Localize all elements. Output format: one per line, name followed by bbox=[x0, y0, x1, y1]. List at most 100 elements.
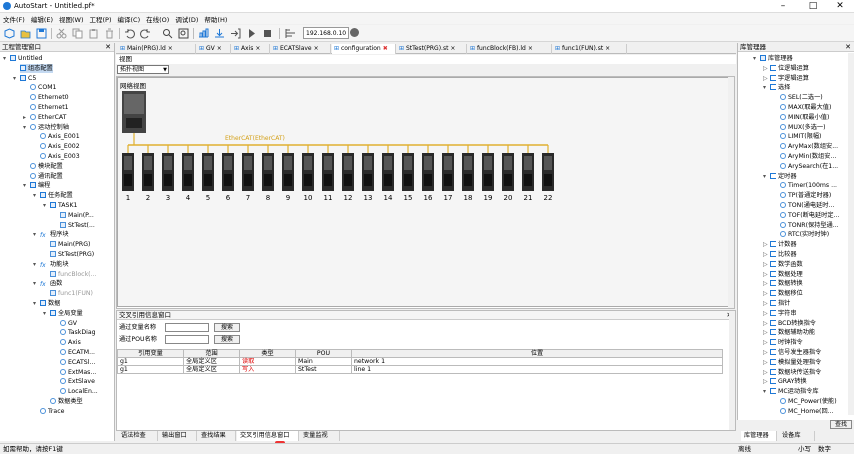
slave-device[interactable]: 22 bbox=[542, 145, 554, 202]
tree-item[interactable]: TON(通电延时... bbox=[780, 201, 834, 210]
close-tab-icon[interactable]: × bbox=[217, 45, 222, 52]
slave-device[interactable]: 20 bbox=[502, 145, 514, 202]
var-name-input[interactable] bbox=[165, 323, 209, 332]
tree-item[interactable]: ▾ MC运动指令库 bbox=[763, 387, 819, 396]
slave-device[interactable]: 9 bbox=[282, 145, 294, 202]
tree-item[interactable]: ▾ C5 bbox=[13, 74, 36, 83]
expand-toggle-icon[interactable]: ▾ bbox=[763, 387, 769, 396]
expand-toggle-icon[interactable]: ▷ bbox=[763, 240, 769, 249]
expand-toggle-icon[interactable]: ▷ bbox=[763, 74, 769, 83]
menu-item[interactable]: 编译(C) bbox=[115, 13, 144, 24]
slave-device[interactable]: 2 bbox=[142, 145, 154, 202]
expand-toggle-icon[interactable]: ▾ bbox=[3, 54, 9, 63]
tree-item[interactable]: StTest(... bbox=[60, 221, 95, 230]
expand-toggle-icon[interactable]: ▾ bbox=[23, 123, 29, 132]
tree-item[interactable]: ▾ 定时器 bbox=[763, 172, 797, 181]
expand-toggle-icon[interactable]: ▷ bbox=[763, 358, 769, 367]
expand-toggle-icon[interactable]: ▷ bbox=[763, 270, 769, 279]
tab-4[interactable]: ⊞ configuration ✖ bbox=[332, 44, 396, 54]
tree-item[interactable]: ▾ 任务配置 bbox=[33, 191, 73, 200]
tree-item[interactable]: MIN(取最小值) bbox=[780, 113, 829, 122]
cut-icon[interactable] bbox=[56, 28, 67, 39]
slave-device[interactable]: 16 bbox=[422, 145, 434, 202]
expand-toggle-icon[interactable]: ▷ bbox=[763, 348, 769, 357]
col-header[interactable]: 引用变量 bbox=[117, 349, 184, 358]
expand-toggle-icon[interactable]: ▾ bbox=[763, 83, 769, 92]
tree-item[interactable]: LIMIT(限幅) bbox=[780, 132, 821, 141]
replace-icon[interactable] bbox=[178, 28, 189, 39]
tree-item[interactable]: SEL(二选一) bbox=[780, 93, 823, 102]
expand-toggle-icon[interactable]: ▾ bbox=[33, 230, 39, 239]
tab-5[interactable]: ⊞ StTest(PRG).st × bbox=[397, 44, 467, 54]
col-header[interactable]: 位置 bbox=[351, 349, 723, 358]
redo-icon[interactable] bbox=[140, 28, 151, 39]
menu-item[interactable]: 调试(D) bbox=[172, 13, 201, 24]
tree-item[interactable]: ▷ BCD转换指令 bbox=[763, 319, 816, 328]
tree-item[interactable]: ▾ Untitled bbox=[3, 54, 42, 63]
tree-item[interactable]: 通讯配置 bbox=[30, 172, 63, 181]
bottom-tab-0[interactable]: 语法检查 bbox=[118, 431, 158, 441]
tree-item[interactable]: ▾ 选择 bbox=[763, 83, 790, 92]
slave-device[interactable]: 1 bbox=[122, 145, 134, 202]
tree-item[interactable]: ▷ 信号发生器指令 bbox=[763, 348, 821, 357]
library-tab-0[interactable]: 库管理器 bbox=[741, 431, 777, 441]
tree-item[interactable]: Axis_E001 bbox=[40, 132, 80, 141]
tree-item[interactable]: ▷ 字符串 bbox=[763, 309, 797, 318]
slave-device[interactable]: 15 bbox=[402, 145, 414, 202]
expand-toggle-icon[interactable]: ▾ bbox=[43, 201, 49, 210]
tree-item[interactable]: ▾ 运动控制轴 bbox=[23, 123, 69, 132]
slave-device[interactable]: 11 bbox=[322, 145, 334, 202]
bottom-tab-3[interactable]: 交叉引用信息窗口 bbox=[237, 431, 299, 441]
tree-item[interactable]: RTC(实时时钟) bbox=[780, 230, 829, 239]
close-tab-icon[interactable]: × bbox=[605, 45, 610, 52]
expand-toggle-icon[interactable]: ▷ bbox=[763, 64, 769, 73]
tree-item[interactable]: Timer(100ms ... bbox=[780, 181, 837, 190]
tree-item[interactable]: ▷ 指针 bbox=[763, 299, 790, 308]
tree-item[interactable]: ▾ 数据 bbox=[33, 299, 60, 308]
expand-toggle-icon[interactable]: ▾ bbox=[33, 279, 39, 288]
tree-item[interactable]: funcBlock(... bbox=[50, 270, 96, 279]
compile-icon[interactable] bbox=[198, 28, 209, 39]
tab-6[interactable]: ⊞ funcBlock(FB).ld × bbox=[468, 44, 552, 54]
tree-item[interactable]: func1(FUN) bbox=[50, 289, 93, 298]
run-icon[interactable] bbox=[246, 28, 257, 39]
table-row[interactable]: g1 全局定义区 读取 Main network 1 bbox=[117, 357, 723, 366]
tree-item[interactable]: ▷ 字逻辑运算 bbox=[763, 74, 809, 83]
library-search-button[interactable]: 查找 bbox=[830, 420, 852, 429]
expand-toggle-icon[interactable]: ▷ bbox=[763, 377, 769, 386]
slave-device[interactable]: 13 bbox=[362, 145, 374, 202]
vertical-scrollbar[interactable] bbox=[848, 53, 854, 415]
tree-item[interactable]: GV bbox=[60, 319, 77, 328]
menu-item[interactable]: 工程(P) bbox=[87, 13, 115, 24]
tree-item[interactable]: Axis_E002 bbox=[40, 142, 80, 151]
tree-item[interactable]: LocalEn... bbox=[60, 387, 98, 396]
tree-item[interactable]: Main(P... bbox=[60, 211, 94, 220]
expand-toggle-icon[interactable]: ▷ bbox=[763, 250, 769, 259]
download-icon[interactable] bbox=[214, 28, 225, 39]
tree-item[interactable]: 模块配置 bbox=[30, 162, 63, 171]
tree-item[interactable]: ▷ 数据处理 bbox=[763, 270, 803, 279]
close-icon[interactable]: ✕ bbox=[845, 43, 851, 52]
view-mode-select[interactable]: 拓扑视图 ▼ bbox=[117, 65, 169, 74]
expand-toggle-icon[interactable]: ▷ bbox=[763, 289, 769, 298]
expand-toggle-icon[interactable]: ▾ bbox=[23, 181, 29, 190]
master-plc[interactable] bbox=[122, 91, 146, 133]
tree-item[interactable]: ExtSlave bbox=[60, 377, 95, 386]
close-tab-icon[interactable]: × bbox=[255, 45, 260, 52]
expand-toggle-icon[interactable]: ▷ bbox=[763, 260, 769, 269]
vertical-scrollbar[interactable] bbox=[729, 311, 735, 430]
close-tab-icon[interactable]: × bbox=[450, 45, 455, 52]
expand-toggle-icon[interactable]: ▷ bbox=[763, 279, 769, 288]
slave-device[interactable]: 12 bbox=[342, 145, 354, 202]
expand-toggle-icon[interactable]: ▾ bbox=[43, 309, 49, 318]
expand-toggle-icon[interactable]: ▷ bbox=[763, 309, 769, 318]
tree-item[interactable]: ▷ 模拟量处理指令 bbox=[763, 358, 821, 367]
login-icon[interactable] bbox=[230, 28, 241, 39]
tree-item[interactable]: 数据类型 bbox=[50, 397, 83, 406]
slave-device[interactable]: 17 bbox=[442, 145, 454, 202]
tree-item[interactable]: Main(PRG) bbox=[50, 240, 90, 249]
bottom-tab-2[interactable]: 查找结果 bbox=[198, 431, 236, 441]
tree-item[interactable]: MAX(取最大值) bbox=[780, 103, 831, 112]
tree-item[interactable]: MUX(多选一) bbox=[780, 123, 826, 132]
library-tab-1[interactable]: 设备库 bbox=[779, 431, 815, 441]
